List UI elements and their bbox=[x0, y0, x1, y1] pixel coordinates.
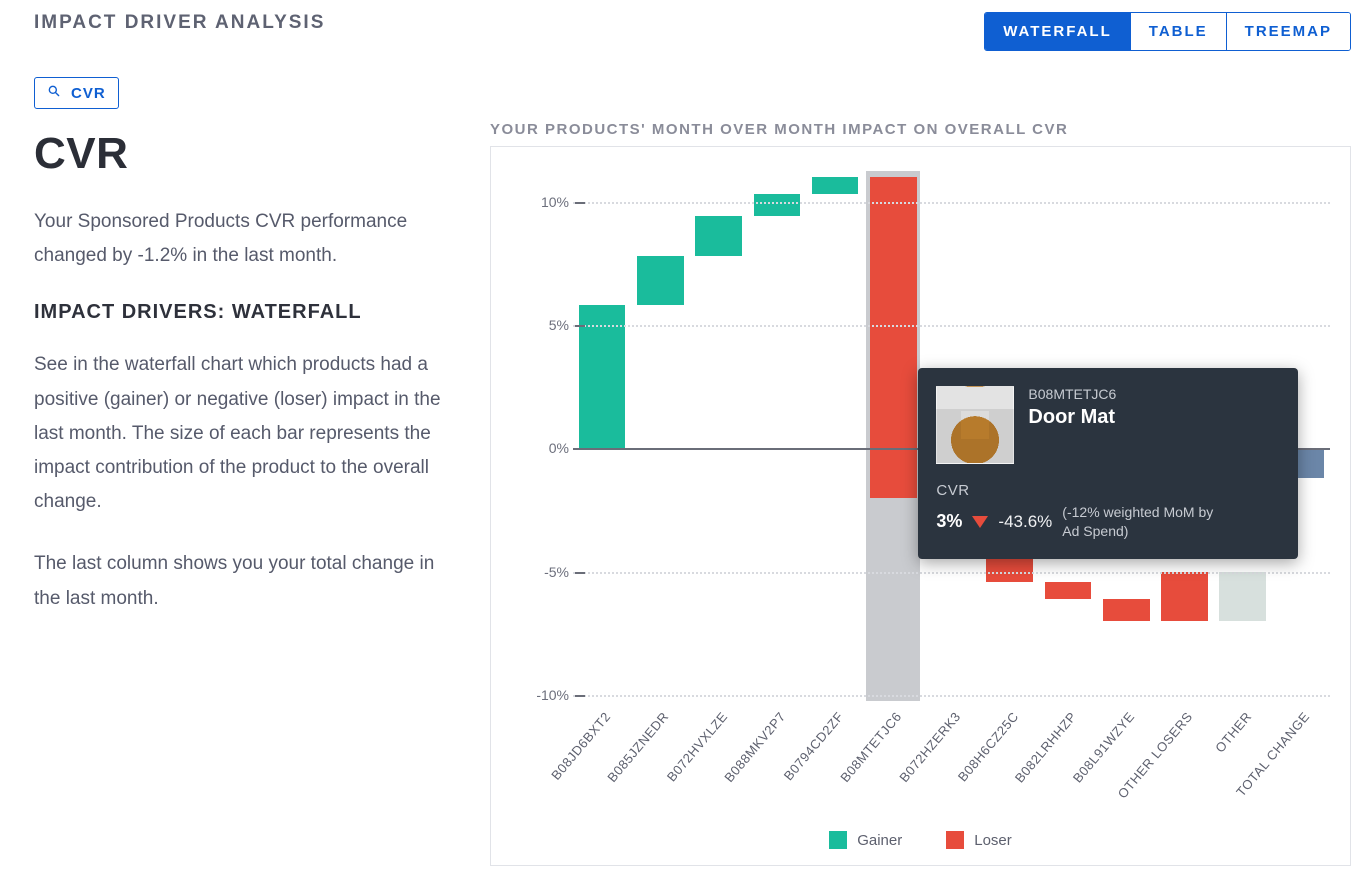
legend-swatch-gainer bbox=[829, 831, 847, 849]
waterfall-bar-other[interactable] bbox=[1219, 572, 1266, 621]
y-axis-tick: 0% bbox=[513, 440, 573, 456]
description-2: The last column shows you your total cha… bbox=[34, 547, 454, 615]
x-axis-label: B072HVXLZE bbox=[663, 709, 730, 784]
chart-column[interactable]: TOTAL CHANGE bbox=[1272, 177, 1330, 695]
waterfall-bar-gainer[interactable] bbox=[754, 194, 801, 216]
description-1: See in the waterfall chart which product… bbox=[34, 348, 454, 519]
chart-card: B08JD6BXT2B085JZNEDRB072HVXLZEB088MKV2P7… bbox=[490, 146, 1351, 866]
waterfall-bar-loser[interactable] bbox=[986, 552, 1033, 582]
legend-label-gainer: Gainer bbox=[857, 832, 902, 849]
chart-column[interactable]: B088MKV2P7 bbox=[748, 177, 806, 695]
waterfall-bar-total[interactable] bbox=[1278, 448, 1325, 478]
view-tab-waterfall[interactable]: WATERFALL bbox=[985, 13, 1130, 50]
waterfall-bar-gainer[interactable] bbox=[695, 216, 742, 255]
waterfall-bar-gainer[interactable] bbox=[637, 256, 684, 305]
metric-pill[interactable]: CVR bbox=[34, 77, 119, 109]
waterfall-bar-loser[interactable] bbox=[1161, 572, 1208, 621]
section-title: IMPACT DRIVER ANALYSIS bbox=[34, 12, 325, 34]
y-axis-tick: -10% bbox=[513, 687, 573, 703]
x-axis-label: B08H6CZ25C bbox=[955, 709, 1022, 784]
chart-column[interactable]: OTHER bbox=[1214, 177, 1272, 695]
chart-column[interactable]: B085JZNEDR bbox=[631, 177, 689, 695]
chart-column[interactable]: B0794CD2ZF bbox=[806, 177, 864, 695]
chart-column[interactable]: B08L91WZYE bbox=[1097, 177, 1155, 695]
waterfall-bar-loser[interactable] bbox=[928, 498, 975, 552]
intro-text: Your Sponsored Products CVR performance … bbox=[34, 205, 454, 273]
legend-label-loser: Loser bbox=[974, 832, 1012, 849]
waterfall-bar-loser[interactable] bbox=[1045, 582, 1092, 599]
x-axis-label: B08L91WZYE bbox=[1070, 709, 1138, 786]
chart-column[interactable]: B08MTETJC6 bbox=[864, 177, 922, 695]
chart-column[interactable]: B072HZERK3 bbox=[922, 177, 980, 695]
y-axis-tick: -5% bbox=[513, 564, 573, 580]
x-axis-label: B085JZNEDR bbox=[605, 709, 672, 785]
chart-column[interactable]: OTHER LOSERS bbox=[1155, 177, 1213, 695]
search-icon bbox=[47, 84, 61, 102]
page-title: CVR bbox=[34, 129, 454, 179]
waterfall-bar-loser[interactable] bbox=[1103, 599, 1150, 621]
x-axis-label: B088MKV2P7 bbox=[721, 709, 788, 785]
chart-legend: Gainer Loser bbox=[491, 831, 1350, 849]
view-tab-table[interactable]: TABLE bbox=[1130, 13, 1226, 50]
x-axis-label: B08JD6BXT2 bbox=[548, 709, 613, 783]
y-axis-tick: 5% bbox=[513, 317, 573, 333]
view-tab-treemap[interactable]: TREEMAP bbox=[1226, 13, 1350, 50]
x-axis-label: B08MTETJC6 bbox=[838, 709, 905, 785]
waterfall-bar-gainer[interactable] bbox=[812, 177, 859, 194]
legend-loser: Loser bbox=[946, 831, 1012, 849]
view-switch: WATERFALL TABLE TREEMAP bbox=[984, 12, 1351, 51]
chart-column[interactable]: B072HVXLZE bbox=[689, 177, 747, 695]
metric-pill-label: CVR bbox=[71, 85, 106, 102]
sub-heading: IMPACT DRIVERS: WATERFALL bbox=[34, 301, 454, 324]
legend-gainer: Gainer bbox=[829, 831, 902, 849]
legend-swatch-loser bbox=[946, 831, 964, 849]
chart-column[interactable]: B082LRHHZP bbox=[1039, 177, 1097, 695]
x-axis-label: B082LRHHZP bbox=[1012, 709, 1080, 786]
x-axis-label: OTHER bbox=[1212, 709, 1254, 755]
chart-column[interactable]: B08JD6BXT2 bbox=[573, 177, 631, 695]
x-axis-label: B072HZERK3 bbox=[896, 709, 963, 785]
x-axis-label: B0794CD2ZF bbox=[781, 709, 847, 783]
chart-title: YOUR PRODUCTS' MONTH OVER MONTH IMPACT O… bbox=[490, 121, 1351, 138]
y-axis-tick: 10% bbox=[513, 194, 573, 210]
waterfall-plot: B08JD6BXT2B085JZNEDRB072HVXLZEB088MKV2P7… bbox=[573, 177, 1330, 695]
chart-column[interactable]: B08H6CZ25C bbox=[981, 177, 1039, 695]
